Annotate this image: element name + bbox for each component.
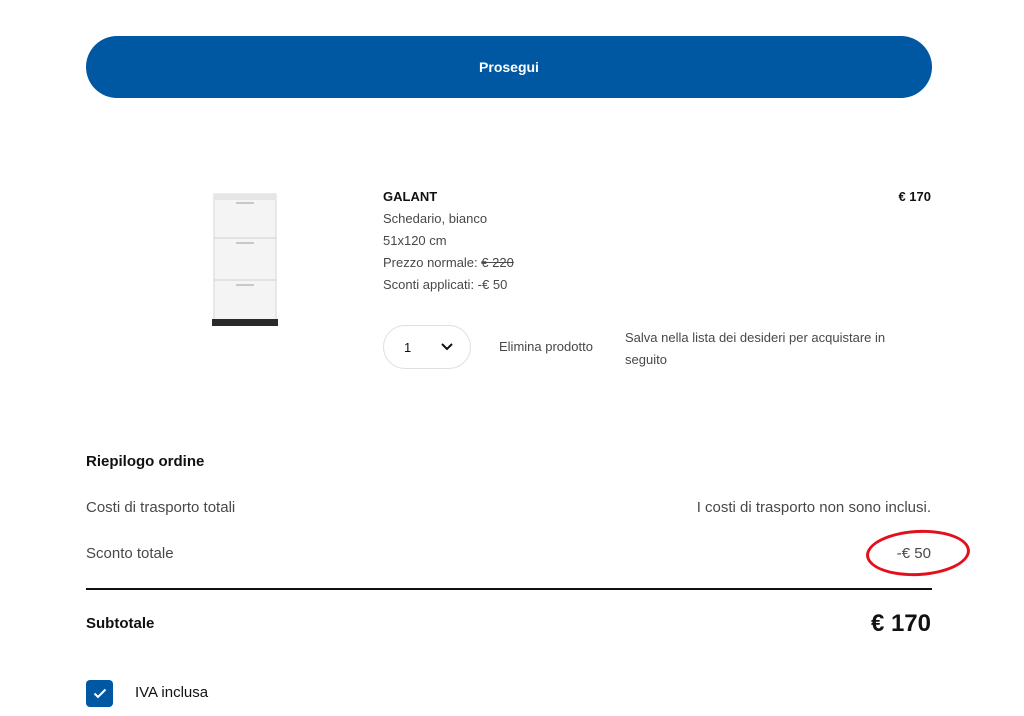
regular-price-label: Prezzo normale: [383,255,482,270]
vat-label: IVA inclusa [135,684,209,701]
checkmark-icon [93,688,106,699]
product-name[interactable]: GALANT [383,189,437,204]
subtotal-label: Subtotale [86,615,155,632]
regular-price-value: € 220 [481,255,514,270]
save-to-wishlist-button[interactable]: Salva nella lista dei desideri per acqui… [625,327,925,371]
product-image[interactable] [206,190,284,330]
vat-checkbox[interactable] [86,680,113,707]
continue-button[interactable]: Prosegui [86,36,932,98]
annotation-circle [864,527,972,579]
summary-divider [86,588,932,590]
shipping-label: Costi di trasporto totali [86,499,236,516]
product-size: 51x120 cm [383,233,447,248]
product-price: € 170 [898,189,931,204]
cart-page: Prosegui GALANT € 170 Schedario, bianco … [0,0,1024,716]
shipping-value: I costi di trasporto non sono inclusi. [696,499,931,516]
remove-product-button[interactable]: Elimina prodotto [499,339,593,354]
subtotal-value: € 170 [870,610,931,637]
regular-price: Prezzo normale: € 220 [383,255,514,270]
quantity-value: 1 [404,339,412,355]
chevron-down-icon [440,340,454,354]
order-summary-title: Riepilogo ordine [86,453,205,470]
product-description: Schedario, bianco [383,211,488,226]
quantity-select[interactable]: 1 [383,325,471,369]
discount-label: Sconto totale [86,545,174,562]
applied-discounts: Sconti applicati: -€ 50 [383,277,508,292]
